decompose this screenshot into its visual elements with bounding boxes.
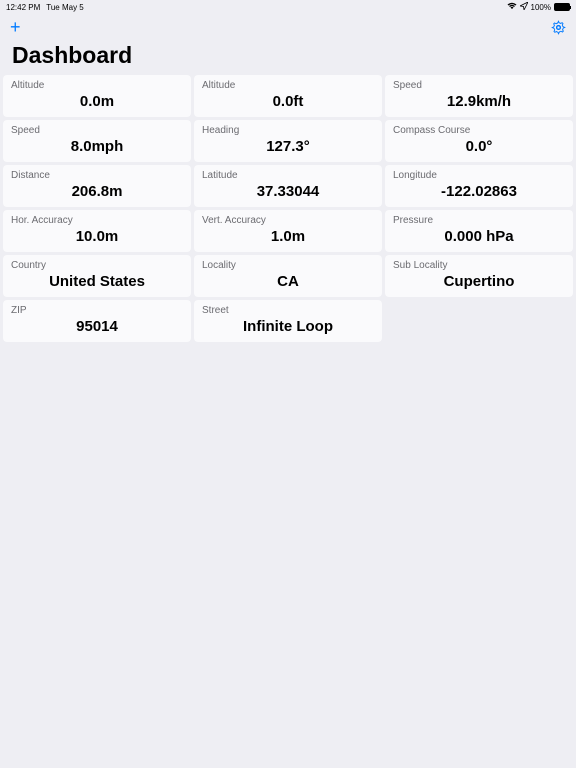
tile-speed-mph[interactable]: Speed 8.0mph: [3, 120, 191, 162]
status-battery-percent: 100%: [531, 3, 551, 12]
tile-label: Street: [202, 305, 374, 316]
tile-value: 8.0mph: [11, 138, 183, 155]
tile-distance[interactable]: Distance 206.8m: [3, 165, 191, 207]
status-bar: 12:42 PM Tue May 5 100%: [0, 0, 576, 14]
tile-value: 0.0m: [11, 93, 183, 110]
battery-icon: [554, 3, 570, 11]
tile-value: Cupertino: [393, 273, 565, 290]
tile-value: 127.3°: [202, 138, 374, 155]
tile-vert-accuracy[interactable]: Vert. Accuracy 1.0m: [194, 210, 382, 252]
tile-value: 10.0m: [11, 228, 183, 245]
tile-altitude-m[interactable]: Altitude 0.0m: [3, 75, 191, 117]
tile-label: Longitude: [393, 170, 565, 181]
tile-value: 12.9km/h: [393, 93, 565, 110]
tile-label: Distance: [11, 170, 183, 181]
tile-altitude-ft[interactable]: Altitude 0.0ft: [194, 75, 382, 117]
tile-label: Country: [11, 260, 183, 271]
status-time: 12:42 PM: [6, 3, 40, 12]
tile-label: Pressure: [393, 215, 565, 226]
tile-label: Hor. Accuracy: [11, 215, 183, 226]
tile-label: Heading: [202, 125, 374, 136]
tile-value: 0.000 hPa: [393, 228, 565, 245]
tile-label: Speed: [11, 125, 183, 136]
gear-icon: [551, 20, 566, 35]
tile-label: Latitude: [202, 170, 374, 181]
tile-value: United States: [11, 273, 183, 290]
location-icon: [520, 2, 528, 12]
tile-speed-kmh[interactable]: Speed 12.9km/h: [385, 75, 573, 117]
dashboard-grid: Altitude 0.0m Altitude 0.0ft Speed 12.9k…: [0, 75, 576, 342]
tile-value: 1.0m: [202, 228, 374, 245]
tile-label: Compass Course: [393, 125, 565, 136]
tile-label: Sub Locality: [393, 260, 565, 271]
tile-label: ZIP: [11, 305, 183, 316]
tile-pressure[interactable]: Pressure 0.000 hPa: [385, 210, 573, 252]
tile-value: -122.02863: [393, 183, 565, 200]
tile-locality[interactable]: Locality CA: [194, 255, 382, 297]
wifi-icon: [507, 2, 517, 12]
settings-button[interactable]: [551, 20, 566, 35]
tile-latitude[interactable]: Latitude 37.33044: [194, 165, 382, 207]
tile-value: 206.8m: [11, 183, 183, 200]
tile-longitude[interactable]: Longitude -122.02863: [385, 165, 573, 207]
tile-label: Vert. Accuracy: [202, 215, 374, 226]
tile-value: CA: [202, 273, 374, 290]
tile-street[interactable]: Street Infinite Loop: [194, 300, 382, 342]
tile-heading[interactable]: Heading 127.3°: [194, 120, 382, 162]
page-title: Dashboard: [0, 40, 576, 75]
status-date: Tue May 5: [46, 3, 84, 12]
tile-value: 37.33044: [202, 183, 374, 200]
tile-value: 95014: [11, 318, 183, 335]
tile-country[interactable]: Country United States: [3, 255, 191, 297]
tile-sub-locality[interactable]: Sub Locality Cupertino: [385, 255, 573, 297]
tile-zip[interactable]: ZIP 95014: [3, 300, 191, 342]
tile-compass-course[interactable]: Compass Course 0.0°: [385, 120, 573, 162]
toolbar: +: [0, 14, 576, 40]
tile-value: Infinite Loop: [202, 318, 374, 335]
tile-label: Altitude: [11, 80, 183, 91]
tile-hor-accuracy[interactable]: Hor. Accuracy 10.0m: [3, 210, 191, 252]
tile-label: Speed: [393, 80, 565, 91]
add-button[interactable]: +: [10, 17, 21, 38]
tile-label: Locality: [202, 260, 374, 271]
tile-value: 0.0ft: [202, 93, 374, 110]
tile-label: Altitude: [202, 80, 374, 91]
tile-value: 0.0°: [393, 138, 565, 155]
